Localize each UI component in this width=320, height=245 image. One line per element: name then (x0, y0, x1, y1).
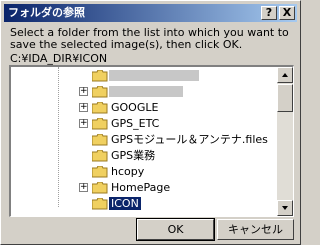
expand-icon[interactable]: + (79, 87, 88, 96)
expand-icon[interactable]: + (79, 103, 88, 112)
folder-icon (92, 182, 108, 194)
folder-icon (92, 198, 108, 210)
title-bar[interactable]: フォルダの参照 ? X (4, 4, 297, 22)
close-button[interactable]: X (279, 6, 295, 20)
arrow-down-icon (282, 206, 288, 210)
scroll-thumb[interactable] (277, 84, 293, 112)
tree-item-label (109, 70, 199, 81)
tree-item[interactable]: + GOOGLE (11, 100, 279, 116)
tree-item[interactable]: GPS業務 (11, 148, 279, 164)
arrow-up-icon (282, 73, 288, 77)
tree-item[interactable]: + GPS_ETC (11, 116, 279, 132)
tree-item-label: hcopy (111, 165, 145, 178)
folder-tree[interactable]: + + GOOGLE + GPS_ETC GPSモジュール＆アンテナ.files GPS業務… (9, 65, 294, 217)
window-title: フォルダの参照 (8, 6, 85, 19)
tree-scrollbar[interactable] (277, 67, 293, 216)
tree-item[interactable] (11, 68, 279, 84)
tree-item-label: ICON (108, 196, 142, 211)
tree-item-label: GPS_ETC (111, 117, 160, 130)
folder-icon (92, 166, 108, 178)
tree-item[interactable]: + HomePage (11, 180, 279, 196)
folder-icon (92, 134, 108, 146)
folder-browse-dialog: フォルダの参照 ? X Select a folder from the lis… (0, 0, 301, 245)
tree-item-label: GPSモジュール＆アンテナ.files (111, 133, 268, 146)
tree-item[interactable]: hcopy (11, 164, 279, 180)
expand-icon[interactable]: + (79, 183, 88, 192)
current-path: C:¥IDA_DIR¥ICON (10, 52, 108, 65)
folder-icon (92, 102, 108, 114)
cancel-button[interactable]: キャンセル (217, 219, 294, 240)
tree-item-label (109, 86, 183, 97)
folder-icon (92, 86, 108, 98)
tree-item-label: GOOGLE (111, 101, 159, 114)
tree-item-label: HomePage (111, 181, 171, 194)
expand-icon[interactable]: + (79, 119, 88, 128)
scroll-down-button[interactable] (277, 200, 293, 216)
folder-icon (92, 150, 108, 162)
ok-button[interactable]: OK (136, 218, 215, 241)
tree-item-label: GPS業務 (111, 149, 156, 162)
tree-item[interactable]: GPSモジュール＆アンテナ.files (11, 132, 279, 148)
tree-item[interactable]: + (11, 84, 279, 100)
scroll-up-button[interactable] (277, 67, 293, 83)
instructions-text: Select a folder from the list into which… (10, 26, 289, 51)
folder-icon (92, 118, 108, 130)
help-button[interactable]: ? (261, 6, 277, 20)
tree-item[interactable]: ICON (11, 196, 279, 212)
folder-icon (92, 70, 108, 82)
